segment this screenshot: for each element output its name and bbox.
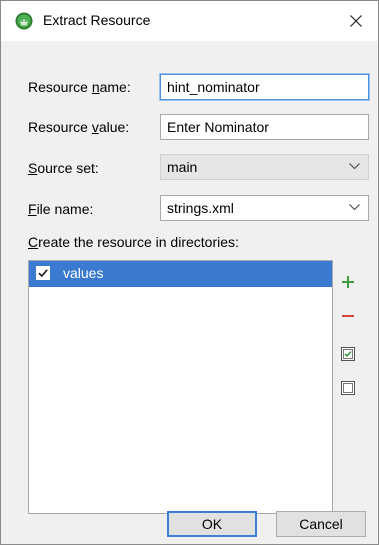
resource-name-input[interactable] [160,74,369,100]
select-all-button[interactable] [336,342,360,366]
directories-list[interactable]: values [28,260,333,514]
close-button[interactable] [334,1,378,41]
file-name-value: strings.xml [167,200,234,216]
values-checkbox[interactable] [36,266,50,280]
unselect-all-button[interactable] [336,376,360,400]
unselect-all-icon [341,381,355,395]
title-bar: Extract Resource [1,1,378,41]
select-all-icon [341,347,355,361]
remove-icon [342,315,354,317]
close-icon [350,15,362,27]
ok-button-label: OK [201,516,223,532]
add-directory-button[interactable] [336,270,360,294]
cancel-button[interactable]: Cancel [276,511,366,537]
dialog-content: Resource name: Resource value: Source se… [1,41,378,544]
chevron-down-icon [349,204,360,211]
list-item-label: values [63,265,104,281]
dialog-title: Extract Resource [43,12,151,28]
file-name-dropdown[interactable]: strings.xml [160,195,369,221]
android-studio-icon [15,12,33,30]
directories-label: Create the resource in directories: [28,234,239,250]
remove-directory-button[interactable] [336,304,360,328]
resource-value-label: Resource value: [28,119,130,135]
list-item[interactable]: values [29,261,332,287]
cancel-button-label: Cancel [299,516,343,532]
checkmark-icon [38,269,48,278]
resource-value-input[interactable] [160,114,369,140]
resource-name-label: Resource name: [28,79,131,95]
ok-button[interactable]: OK [167,511,257,537]
source-set-dropdown[interactable]: main [160,154,369,180]
file-name-label: File name: [28,201,94,217]
chevron-down-icon [349,163,360,170]
source-set-label: Source set: [28,160,99,176]
extract-resource-dialog: Extract Resource Resource name: Resource… [0,0,379,545]
source-set-value: main [167,159,198,175]
add-icon [342,276,354,288]
